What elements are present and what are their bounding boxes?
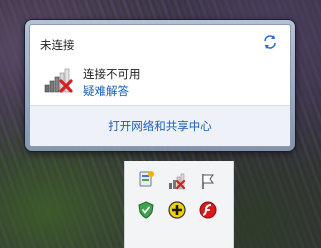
- flag-icon[interactable]: [199, 172, 217, 190]
- network-popup: 未连接 连接不可用 疑难解答 打开网络和共享中心: [25, 20, 295, 151]
- add-plus-icon[interactable]: [168, 201, 186, 219]
- notification-tray-overflow: [124, 161, 234, 248]
- action-center-icon[interactable]: [137, 170, 155, 188]
- network-disconnected-icon[interactable]: [168, 172, 186, 190]
- flash-player-icon[interactable]: [199, 201, 217, 219]
- network-unavailable-icon: [44, 68, 73, 93]
- network-popup-panel: 未连接 连接不可用 疑难解答 打开网络和共享中心: [29, 24, 291, 147]
- open-network-sharing-center-link[interactable]: 打开网络和共享中心: [108, 118, 212, 134]
- connection-status-text: 连接不可用: [83, 67, 141, 81]
- troubleshoot-link[interactable]: 疑难解答: [83, 83, 129, 99]
- security-shield-icon[interactable]: [137, 201, 155, 219]
- popup-footer: 打开网络和共享中心: [30, 105, 290, 146]
- refresh-icon[interactable]: [262, 34, 278, 50]
- connection-header: 未连接: [40, 38, 75, 52]
